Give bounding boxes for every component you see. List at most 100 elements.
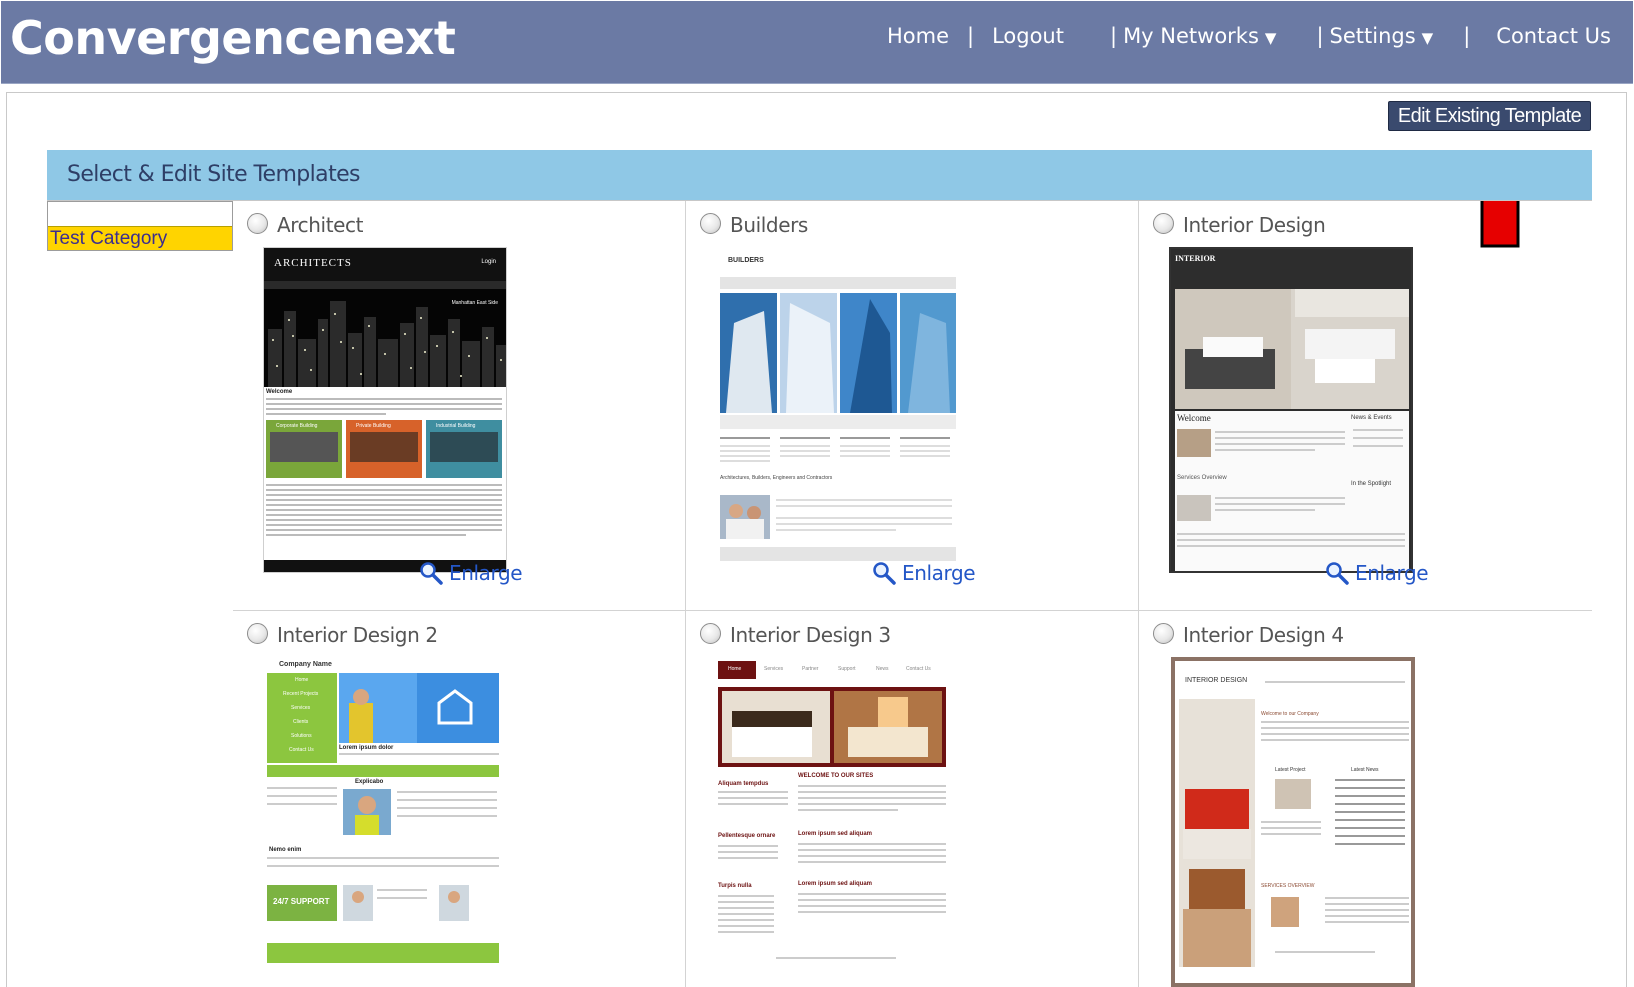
template-thumbnail[interactable]: Company Name Home Recent Projects Servic… (263, 657, 507, 987)
thumb-title: INTERIOR DESIGN (1185, 677, 1248, 684)
template-thumbnail[interactable]: BUILDERS Architectures, Builders, Engine… (716, 247, 960, 573)
template-radio[interactable] (1153, 623, 1174, 644)
template-radio[interactable] (247, 213, 268, 234)
nav-separator: | (1316, 24, 1324, 48)
magnifier-icon (420, 562, 443, 585)
template-grid: Architect ARCHITECTS Login Manhattan Eas… (233, 201, 1592, 987)
nav-separator: | (967, 24, 975, 48)
thumb-title: ARCHITECTS (274, 257, 352, 269)
thumb-buildings-image (720, 293, 956, 413)
template-thumbnail[interactable]: INTERIOR Welcome News & Events Services … (1169, 247, 1413, 573)
thumb-side-1: Aliquam tempdus (718, 781, 769, 787)
chevron-down-icon: ▼ (1264, 29, 1277, 47)
template-card-interior-design-2: Interior Design 2 Company Name Home Rece… (233, 611, 686, 987)
thumb-worker-image (343, 789, 391, 835)
thumb-side-2: Pellentesque ornare (718, 833, 776, 839)
thumb-welcome: Welcome (266, 389, 293, 395)
thumb-tab-home: Home (728, 666, 742, 672)
thumb-title: Company Name (279, 661, 332, 668)
top-header: Convergencenext Home | Logout | My Netwo… (1, 1, 1633, 84)
enlarge-label: Enlarge (902, 561, 976, 585)
thumb-latest-project: Latest Project (1275, 767, 1306, 773)
nav-settings-menu[interactable]: Settings ▼ (1330, 24, 1434, 48)
category-item-test[interactable]: Test Category (48, 226, 232, 250)
nav-contact-link[interactable]: Contact Us (1496, 24, 1611, 48)
template-card-interior-design: Interior Design INTERIOR Welcome News & … (1139, 201, 1592, 611)
nav-my-networks-label: My Networks (1123, 24, 1259, 48)
thumb-lorem-2: Lorem ipsum sed aliquam (798, 881, 873, 887)
section-header: Select & Edit Site Templates (47, 150, 1592, 201)
enlarge-label: Enlarge (449, 561, 523, 585)
thumb-support: 24/7 SUPPORT (273, 897, 330, 906)
thumb-menu-6: Contact Us (289, 747, 314, 753)
template-thumbnail[interactable]: Home Services Partner Support News Conta… (716, 657, 960, 987)
category-list: Test Category (47, 201, 233, 251)
enlarge-link[interactable]: Enlarge (419, 561, 523, 585)
thumb-person-image (343, 885, 373, 921)
thumb-services: Services Overview (1177, 475, 1227, 481)
thumb-latest-news: Latest News (1351, 767, 1379, 773)
thumb-hero-image (339, 673, 499, 743)
thumb-menu-5: Solutions (291, 733, 312, 739)
nav-home-link[interactable]: Home (887, 24, 949, 48)
main-nav: Home | Logout | My Networks ▼ | Settings ▼… (887, 24, 1611, 48)
template-radio[interactable] (1153, 213, 1174, 234)
nav-settings-label: Settings (1329, 24, 1416, 48)
thumb-menu-4: Clients (293, 719, 309, 725)
template-name: Architect (277, 213, 364, 237)
nav-logout-link[interactable]: Logout (992, 24, 1064, 48)
thumb-card-1: Corporate Building (276, 423, 318, 429)
thumb-living-room-image (1179, 699, 1255, 967)
template-card-builders: Builders BUILDERS Architectures, Builder… (686, 201, 1139, 611)
thumb-menu-2: Recent Projects (283, 691, 319, 697)
template-card-interior-design-3: Interior Design 3 Home Services Partner … (686, 611, 1139, 987)
thumb-card-2: Private Building (356, 423, 391, 429)
thumb-services: SERVICES OVERVIEW (1261, 883, 1315, 889)
thumb-tab-support: Support (838, 666, 856, 672)
thumb-title: INTERIOR (1175, 254, 1216, 263)
magnifier-icon (1326, 562, 1349, 585)
chevron-down-icon: ▼ (1421, 29, 1434, 47)
thumb-room-image (1175, 289, 1409, 409)
nav-separator: | (1463, 24, 1471, 48)
template-name: Interior Design 2 (277, 623, 438, 647)
template-thumbnail[interactable]: ARCHITECTS Login Manhattan East Side Wel… (263, 247, 507, 573)
thumb-welcome: WELCOME TO OUR SITES (798, 773, 874, 779)
thumb-card-3: Industrial Building (436, 423, 476, 429)
thumb-heading: Lorem ipsum dolor (339, 745, 394, 751)
template-thumbnail[interactable]: INTERIOR DESIGN Welcome to our Company L… (1171, 657, 1415, 987)
template-name: Interior Design 4 (1183, 623, 1344, 647)
template-name: Interior Design (1183, 213, 1326, 237)
thumb-workers-image (720, 495, 770, 539)
thumb-spotlight: In the Spotlight (1351, 481, 1392, 487)
template-name: Builders (730, 213, 808, 237)
enlarge-link[interactable]: Enlarge (1325, 561, 1429, 585)
thumb-tagline: Manhattan East Side (451, 300, 498, 306)
thumb-menu-1: Home (295, 677, 309, 683)
thumb-welcome: Welcome (1177, 413, 1211, 423)
thumb-menu-3: Services (291, 705, 311, 711)
template-card-architect: Architect ARCHITECTS Login Manhattan Eas… (233, 201, 686, 611)
template-radio[interactable] (247, 623, 268, 644)
thumb-nemo: Nemo enim (269, 847, 302, 853)
thumb-tab-services: Services (764, 666, 784, 672)
thumb-explicabo: Explicabo (355, 779, 384, 785)
nav-separator: | (1109, 24, 1118, 48)
thumb-tab-contact: Contact Us (906, 666, 931, 672)
template-name: Interior Design 3 (730, 623, 891, 647)
enlarge-link[interactable]: Enlarge (872, 561, 976, 585)
enlarge-label: Enlarge (1355, 561, 1429, 585)
thumb-lorem: Lorem ipsum sed aliquam (798, 831, 873, 837)
app-logo[interactable]: Convergencenext (10, 11, 456, 65)
template-radio[interactable] (700, 213, 721, 234)
template-card-interior-design-4: Interior Design 4 INTERIOR DESIGN Welcom… (1139, 611, 1592, 987)
thumb-person-image (439, 885, 469, 921)
edit-existing-template-button[interactable]: Edit Existing Template (1388, 101, 1591, 131)
template-radio[interactable] (700, 623, 721, 644)
thumb-tab-news: News (876, 666, 889, 672)
magnifier-icon (873, 562, 896, 585)
thumb-tab-partner: Partner (802, 666, 819, 672)
thumb-title: BUILDERS (728, 257, 764, 264)
thumb-subtitle: Architectures, Builders, Engineers and C… (720, 475, 833, 481)
nav-my-networks-menu[interactable]: My Networks ▼ (1123, 24, 1276, 48)
